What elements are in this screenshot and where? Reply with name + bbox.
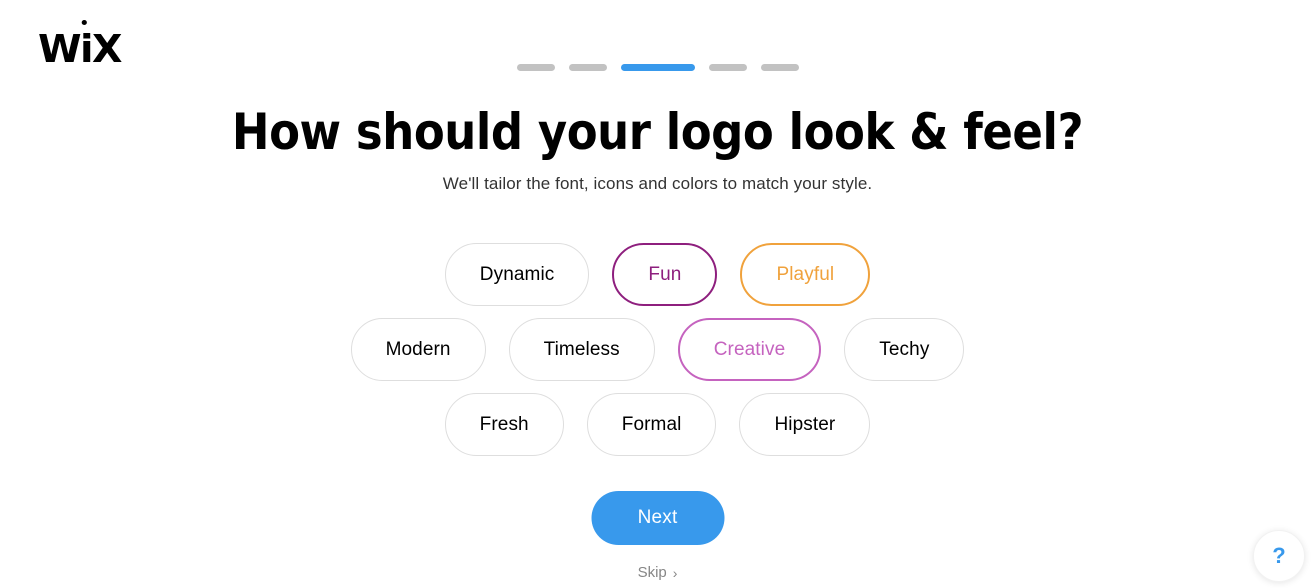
style-options-group: Dynamic Fun Playful Modern Timeless Crea… [0,243,1315,468]
style-chip-playful[interactable]: Playful [740,243,871,306]
chevron-right-icon: › [672,564,678,581]
question-mark-icon: ? [1272,543,1286,568]
page-subtitle: We'll tailor the font, icons and colors … [442,174,873,193]
next-button[interactable]: Next [591,491,724,545]
style-options-row-3: Fresh Formal Hipster [0,393,1315,456]
style-chip-timeless[interactable]: Timeless [508,318,655,381]
style-chip-label: Modern [385,338,451,360]
style-chip-label: Fun [648,263,682,285]
logo-maker-style-step: WiX How should your logo look & feel? We… [0,0,1315,588]
skip-link[interactable]: Skip › [638,564,678,581]
style-chip-label: Creative [713,338,786,360]
progress-step-5 [760,64,799,71]
style-chip-label: Techy [879,338,930,360]
style-chip-label: Timeless [543,338,620,360]
progress-step-4 [708,64,747,71]
style-chip-techy[interactable]: Techy [844,318,965,381]
style-chip-creative[interactable]: Creative [677,318,822,381]
progress-step-1 [516,64,555,71]
style-chip-hipster[interactable]: Hipster [739,393,871,456]
style-chip-label: Playful [776,263,835,285]
skip-label: Skip [637,564,667,581]
style-chip-label: Formal [621,413,682,435]
progress-step-3-active [620,64,695,71]
page-title: How should your logo look & feel? [231,103,1084,161]
style-chip-label: Dynamic [479,263,555,285]
progress-indicator [0,64,1315,71]
style-chip-modern[interactable]: Modern [350,318,486,381]
style-options-row-2: Modern Timeless Creative Techy [0,318,1315,381]
style-options-row-1: Dynamic Fun Playful [0,243,1315,306]
wix-logo[interactable]: WiX [38,30,123,68]
progress-step-2 [568,64,607,71]
style-chip-formal[interactable]: Formal [586,393,717,456]
help-button[interactable]: ? [1253,530,1305,582]
style-chip-label: Fresh [479,413,529,435]
style-chip-label: Hipster [774,413,836,435]
style-chip-dynamic[interactable]: Dynamic [444,243,590,306]
style-chip-fresh[interactable]: Fresh [444,393,564,456]
style-chip-fun[interactable]: Fun [612,243,718,306]
